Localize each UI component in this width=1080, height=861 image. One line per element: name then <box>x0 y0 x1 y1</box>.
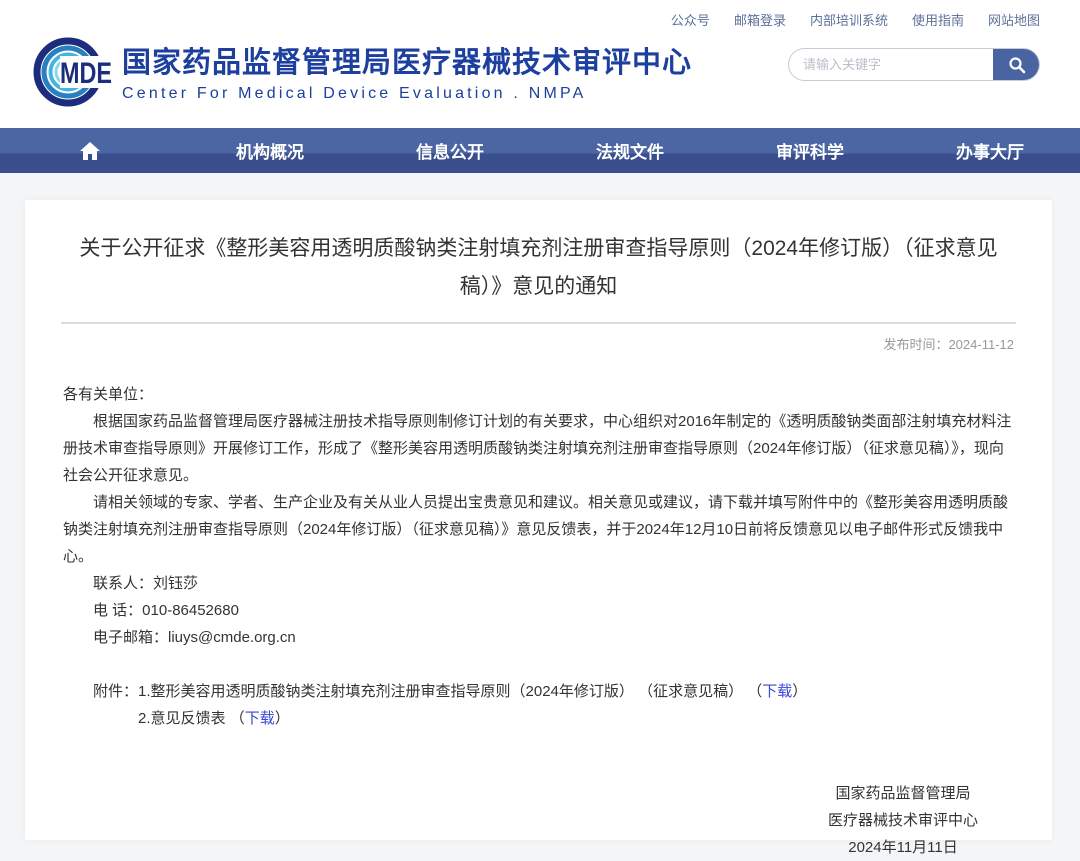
paren-open: （ <box>230 710 245 727</box>
signature-block: 国家药品监督管理局 医疗器械技术审评中心 2024年11月11日 <box>828 780 978 861</box>
contact-person: 联系人：刘钰莎 <box>63 570 1014 597</box>
paragraph-1: 根据国家药品监督管理局医疗器械注册技术指导原则制修订计划的有关要求，中心组织对2… <box>63 408 1014 489</box>
top-link-user-guide[interactable]: 使用指南 <box>912 10 964 29</box>
nav-review-science[interactable]: 审评科学 <box>720 128 900 173</box>
search-icon <box>1008 56 1026 74</box>
org-name-cn: 国家药品监督管理局医疗器械技术审评中心 <box>122 39 692 81</box>
nav-about[interactable]: 机构概况 <box>180 128 360 173</box>
attachments: 附件：1.整形美容用透明质酸钠类注射填充剂注册审查指导原则（2024年修订版） … <box>63 678 1014 732</box>
top-link-wechat[interactable]: 公众号 <box>671 10 710 29</box>
signature-org-1: 国家药品监督管理局 <box>828 780 978 807</box>
signature-org-2: 医疗器械技术审评中心 <box>828 807 978 834</box>
search-input[interactable] <box>789 49 993 80</box>
attachment-1-name: 整形美容用透明质酸钠类注射填充剂注册审查指导原则（2024年修订版） （征求意见… <box>151 683 748 700</box>
nav-regulations[interactable]: 法规文件 <box>540 128 720 173</box>
attachment-2-download-link[interactable]: 下载 <box>245 710 275 727</box>
publish-date: 发布时间：2024-11-12 <box>25 334 1014 353</box>
nav-home[interactable] <box>0 128 180 173</box>
search-button[interactable] <box>993 48 1040 81</box>
svg-text:MDE: MDE <box>60 57 112 90</box>
signature-date: 2024年11月11日 <box>828 834 978 861</box>
brand[interactable]: MDE 国家药品监督管理局医疗器械技术审评中心 Center For Medic… <box>30 28 692 114</box>
paren-close: ） <box>275 710 290 727</box>
nav-service-hall[interactable]: 办事大厅 <box>900 128 1080 173</box>
top-link-training-system[interactable]: 内部培训系统 <box>810 10 888 29</box>
top-link-sitemap[interactable]: 网站地图 <box>988 10 1040 29</box>
main-nav: 机构概况 信息公开 法规文件 审评科学 办事大厅 <box>0 128 1080 173</box>
paren-open: （ <box>747 683 762 700</box>
cmde-logo-icon: MDE <box>30 28 116 114</box>
top-link-mail-login[interactable]: 邮箱登录 <box>734 10 786 29</box>
attachment-1-download-link[interactable]: 下载 <box>762 683 792 700</box>
paren-close: ） <box>792 683 807 700</box>
attachment-1: 附件：1.整形美容用透明质酸钠类注射填充剂注册审查指导原则（2024年修订版） … <box>63 678 1014 705</box>
home-icon <box>79 141 101 161</box>
attachment-2: 2.意见反馈表 （下载） <box>63 705 1014 732</box>
site-header: MDE 国家药品监督管理局医疗器械技术审评中心 Center For Medic… <box>0 32 1080 128</box>
search-box <box>788 48 1040 81</box>
paragraph-2: 请相关领域的专家、学者、生产企业及有关从业人员提出宝贵意见和建议。相关意见或建议… <box>63 489 1014 570</box>
attachment-2-name: 意见反馈表 <box>151 710 230 727</box>
salutation: 各有关单位： <box>63 381 1014 408</box>
contact-email: 电子邮箱：liuys@cmde.org.cn <box>63 624 1014 651</box>
brand-text: 国家药品监督管理局医疗器械技术审评中心 Center For Medical D… <box>122 39 692 103</box>
title-divider <box>61 322 1016 324</box>
top-links: 公众号 邮箱登录 内部培训系统 使用指南 网站地图 <box>671 10 1040 29</box>
notice-body: 各有关单位： 根据国家药品监督管理局医疗器械注册技术指导原则制修订计划的有关要求… <box>63 381 1014 732</box>
contact-phone: 电 话：010-86452680 <box>63 597 1014 624</box>
notice-card: 关于公开征求《整形美容用透明质酸钠类注射填充剂注册审查指导原则（2024年修订版… <box>25 200 1052 840</box>
attachment-2-index: 2. <box>138 710 151 727</box>
notice-title: 关于公开征求《整形美容用透明质酸钠类注射填充剂注册审查指导原则（2024年修订版… <box>74 230 1004 306</box>
org-name-en: Center For Medical Device Evaluation . N… <box>122 85 692 103</box>
attachments-label: 附件： <box>93 683 138 700</box>
nav-info-disclosure[interactable]: 信息公开 <box>360 128 540 173</box>
attachment-1-index: 1. <box>138 683 151 700</box>
